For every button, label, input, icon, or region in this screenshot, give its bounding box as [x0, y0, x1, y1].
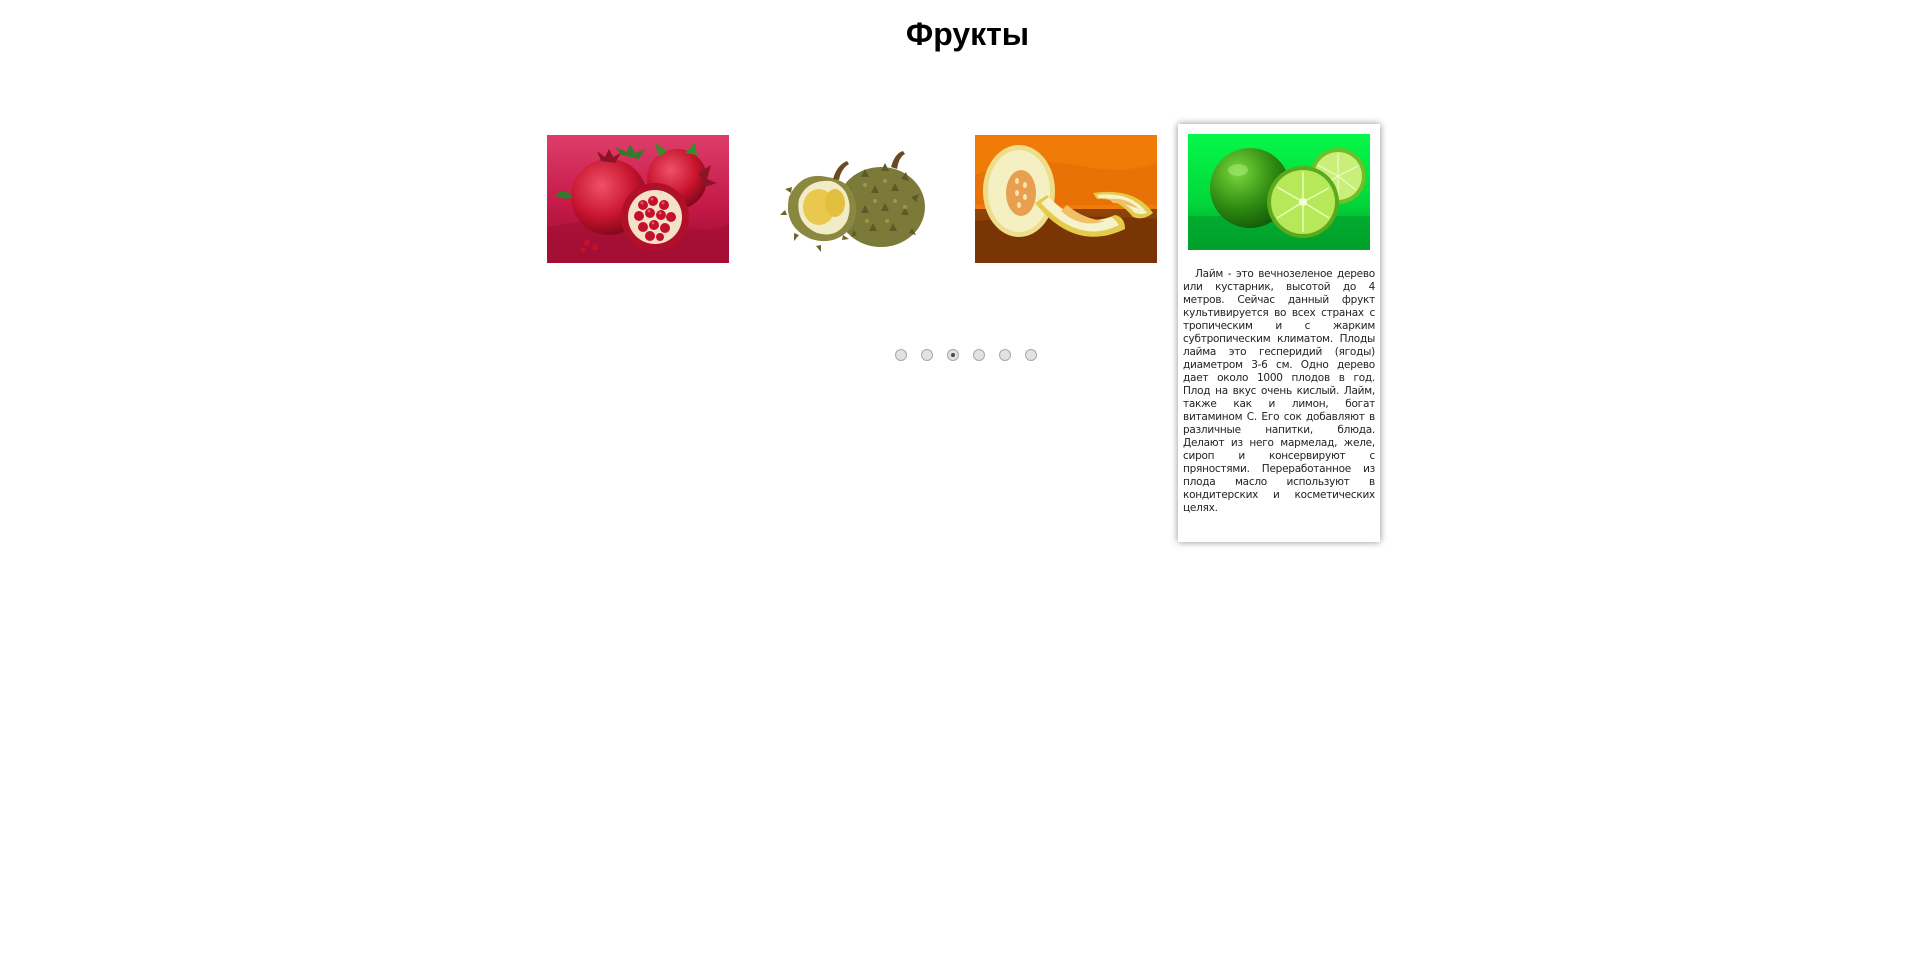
- slide-thumbnail-durian[interactable]: [761, 135, 943, 263]
- lime-image: [1188, 134, 1370, 250]
- lime-description: Лайм - это вечнозеленое дерево или куста…: [1183, 268, 1375, 514]
- page-title: Фрукты: [905, 16, 1030, 52]
- melon-image: [975, 135, 1157, 263]
- pomegranate-image: [547, 135, 729, 263]
- slide-thumbnail-pomegranate[interactable]: [547, 135, 729, 263]
- pagination-dot-4[interactable]: [973, 349, 985, 361]
- active-slide-card-lime[interactable]: Лайм - это вечнозеленое дерево или куста…: [1178, 124, 1380, 542]
- pagination-dot-1[interactable]: [895, 349, 907, 361]
- pagination-dot-6[interactable]: [1025, 349, 1037, 361]
- pagination-dot-5[interactable]: [999, 349, 1011, 361]
- page: Фрукты Лайм - это вечнозеленое дерево ил…: [0, 0, 1920, 960]
- pagination-dot-3[interactable]: [947, 349, 959, 361]
- durian-image: [761, 135, 943, 263]
- slide-thumbnail-melon[interactable]: [975, 135, 1157, 263]
- pagination-dot-2[interactable]: [921, 349, 933, 361]
- lime-image-wrap: [1188, 134, 1370, 250]
